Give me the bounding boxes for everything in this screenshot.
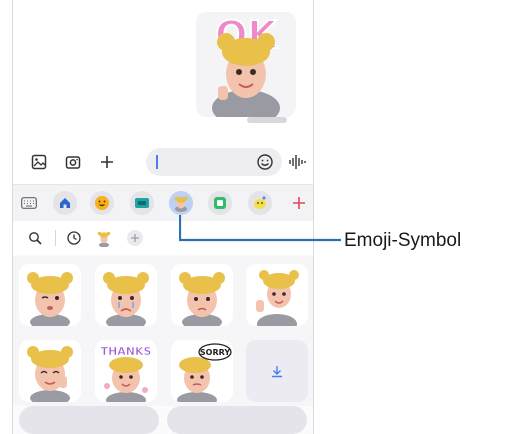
sticker-sorry-text: SORRY [200,348,230,357]
sticker-item-sorry[interactable]: SORRY [171,340,233,402]
avatar-icon[interactable] [94,228,114,248]
sticker-grid: THANKS SORRY [13,256,313,406]
sticker-item-sad[interactable] [171,264,233,326]
message-timestamp [247,117,287,123]
sticker-icon[interactable] [208,191,232,215]
keyboard-icon[interactable] [17,191,41,215]
message-composer [13,140,313,184]
home-icon[interactable] [53,191,77,215]
sticker-item-cry[interactable] [95,264,157,326]
divider [55,230,56,246]
sent-sticker[interactable]: OK [196,12,296,117]
search-icon[interactable] [25,228,45,248]
add-avatar-icon[interactable] [125,228,145,248]
text-caret [156,155,158,169]
see-more-button[interactable] [167,406,307,434]
plus-icon[interactable] [97,152,117,172]
voice-icon[interactable] [288,152,306,172]
ar-emoji-icon[interactable] [169,191,193,215]
download-icon [272,366,282,378]
sticker-item-wink[interactable] [19,264,81,326]
add-tab-icon[interactable] [287,191,311,215]
download-button[interactable] [246,340,308,402]
gallery-icon[interactable] [29,152,49,172]
recent-icon[interactable] [64,228,84,248]
message-input[interactable] [146,148,282,176]
make-stickers-button[interactable] [19,406,159,434]
sticker-item-happy[interactable] [19,340,81,402]
emoji-icon[interactable] [256,153,274,171]
sticker-thanks-text: THANKS [101,345,152,358]
sticker-item-thanks[interactable]: THANKS [95,340,157,402]
chat-area: OK [13,0,313,140]
sticker-item-wave[interactable] [246,264,308,326]
camera-icon[interactable] [63,152,83,172]
gif-icon[interactable] [130,191,154,215]
emoji-tab-icon[interactable] [90,191,114,215]
callout-label: Emoji-Symbol [344,230,462,251]
callout-line [179,215,341,242]
bitmoji-icon[interactable] [248,191,272,215]
